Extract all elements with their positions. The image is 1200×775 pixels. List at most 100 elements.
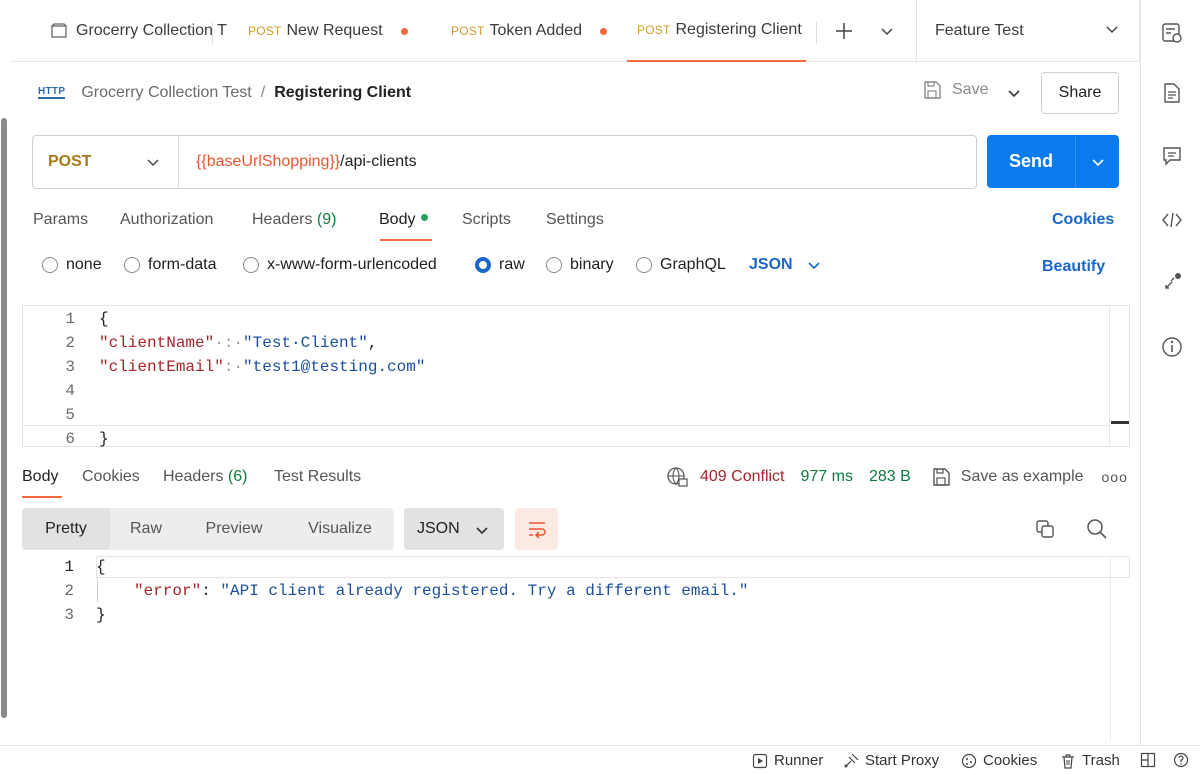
tab-headers[interactable]: Headers (9) [252, 211, 336, 229]
response-format-select[interactable]: JSON [404, 508, 504, 550]
breadcrumb-request-name[interactable]: Registering Client [274, 84, 411, 102]
tab-method: POST [637, 23, 671, 37]
editor-scrollbar[interactable] [1109, 306, 1129, 446]
save-icon [933, 468, 950, 486]
tab-body[interactable]: Body [379, 211, 429, 229]
url-variable: {{baseUrlShopping}} [196, 153, 341, 170]
save-as-example-button[interactable]: Save as example [931, 467, 1084, 487]
view-raw[interactable]: Raw [110, 508, 182, 550]
send-options-button[interactable] [1076, 155, 1119, 169]
tab-method: POST [248, 24, 282, 38]
help-icon[interactable] [1173, 752, 1195, 768]
copy-icon[interactable] [1034, 518, 1056, 545]
code-line: } [96, 606, 106, 624]
tab-response-cookies[interactable]: Cookies [82, 468, 140, 486]
code-line: "clientName"·:·"Test·Client", [99, 334, 378, 352]
request-body-editor[interactable]: 1 2 3 4 5 6 { "clientName"·:·"Test·Clien… [22, 305, 1130, 448]
code-snippet-icon[interactable] [1161, 209, 1183, 231]
radio-circle [243, 257, 259, 273]
wrap-lines-icon [528, 522, 546, 539]
tab-params[interactable]: Params [33, 211, 88, 229]
chevron-down-icon [476, 527, 488, 535]
send-button[interactable]: Send [987, 135, 1119, 188]
line-number: 1 [65, 310, 75, 328]
tab-new-request[interactable]: POST New Request [248, 0, 408, 62]
chevron-down-icon [1091, 158, 1104, 166]
tab-divider [212, 22, 213, 44]
line-number: 3 [65, 358, 75, 376]
new-tab-button[interactable] [834, 0, 854, 62]
left-scrollbar-thumb[interactable] [1, 118, 7, 718]
tab-method: POST [451, 24, 485, 38]
tab-divider [816, 22, 817, 44]
environment-selector[interactable]: Feature Test [916, 0, 1140, 62]
tab-response-body[interactable]: Body [22, 468, 58, 486]
status-bar: Runner Start Proxy Cookies Trash [0, 745, 1200, 775]
documentation-icon[interactable] [1161, 82, 1183, 104]
trash-button[interactable]: Trash [1060, 752, 1120, 769]
radio-x-www-form-urlencoded[interactable]: x-www-form-urlencoded [243, 256, 437, 274]
share-button[interactable]: Share [1041, 72, 1119, 114]
breadcrumb-separator: / [260, 84, 266, 101]
response-size[interactable]: 283 B [869, 468, 911, 486]
tab-test-results[interactable]: Test Results [274, 468, 361, 486]
view-visualize[interactable]: Visualize [286, 508, 394, 550]
runner-button[interactable]: Runner [752, 752, 823, 769]
view-preview[interactable]: Preview [182, 508, 286, 550]
chevron-down-icon [808, 262, 820, 270]
more-options-icon[interactable]: ooo [1102, 469, 1128, 485]
radio-none[interactable]: none [42, 256, 102, 274]
response-time[interactable]: 977 ms [801, 468, 853, 486]
info-icon[interactable] [1161, 336, 1183, 358]
save-options-button[interactable] [1003, 82, 1025, 109]
line-number: 2 [65, 334, 75, 352]
tab-scripts[interactable]: Scripts [462, 211, 511, 229]
tab-overflow-button[interactable] [880, 0, 894, 62]
send-label: Send [1008, 151, 1053, 171]
url-input[interactable]: {{baseUrlShopping}}/api-clients [179, 153, 417, 171]
radio-binary[interactable]: binary [546, 256, 614, 274]
tab-label: Grocerry Collection T [76, 22, 227, 39]
scrollbar-thumb[interactable] [1111, 421, 1129, 424]
tab-authorization[interactable]: Authorization [120, 211, 213, 229]
body-modified-dot-icon [421, 214, 429, 222]
line-number: 3 [64, 606, 74, 624]
response-status[interactable]: 409 Conflict [700, 468, 785, 486]
radio-graphql[interactable]: GraphQL [636, 256, 726, 274]
unsaved-dot-icon [400, 27, 408, 35]
tab-label: New Request [286, 22, 383, 39]
trash-icon [1062, 753, 1074, 769]
line-number: 2 [64, 582, 74, 600]
indent-guide [97, 578, 98, 602]
cookies-button[interactable]: Cookies [961, 752, 1037, 769]
radio-circle [42, 257, 58, 273]
tab-registering-client[interactable]: POST Registering Client [627, 0, 806, 62]
start-proxy-button[interactable]: Start Proxy [843, 752, 939, 769]
breadcrumb-collection[interactable]: Grocerry Collection Test [81, 84, 251, 102]
collection-folder-icon [51, 23, 67, 38]
globe-lock-icon[interactable] [666, 466, 688, 488]
save-button[interactable]: Save [922, 80, 988, 100]
wrap-lines-button[interactable] [515, 508, 558, 550]
tab-collection[interactable]: Grocerry Collection T [50, 0, 227, 62]
beautify-button[interactable]: Beautify [1042, 258, 1105, 276]
tab-token-added[interactable]: POST Token Added [451, 0, 608, 62]
code-line: "error": "API client already registered.… [134, 582, 749, 600]
radio-raw[interactable]: raw [475, 256, 525, 274]
view-pretty[interactable]: Pretty [22, 508, 110, 550]
response-body-viewer[interactable]: 1 2 3 { "error": "API client already reg… [22, 556, 1130, 742]
viewer-scrollbar[interactable] [1110, 556, 1130, 742]
related-collections-icon[interactable] [1161, 272, 1183, 294]
unsaved-dot-icon [600, 27, 608, 35]
tab-response-headers[interactable]: Headers (6) [163, 468, 247, 486]
radio-form-data[interactable]: form-data [124, 256, 216, 274]
cookies-link[interactable]: Cookies [1052, 211, 1114, 229]
tab-settings[interactable]: Settings [546, 211, 604, 229]
environment-quick-look-icon[interactable] [1161, 22, 1183, 44]
search-icon[interactable] [1086, 518, 1108, 545]
response-meta: 409 Conflict 977 ms 283 B Save as exampl… [666, 466, 1128, 488]
http-method-select[interactable]: POST [33, 136, 179, 188]
comments-icon[interactable] [1161, 145, 1183, 167]
body-format-select[interactable]: JSON [749, 256, 821, 274]
layout-toggle-icon[interactable] [1140, 752, 1162, 768]
